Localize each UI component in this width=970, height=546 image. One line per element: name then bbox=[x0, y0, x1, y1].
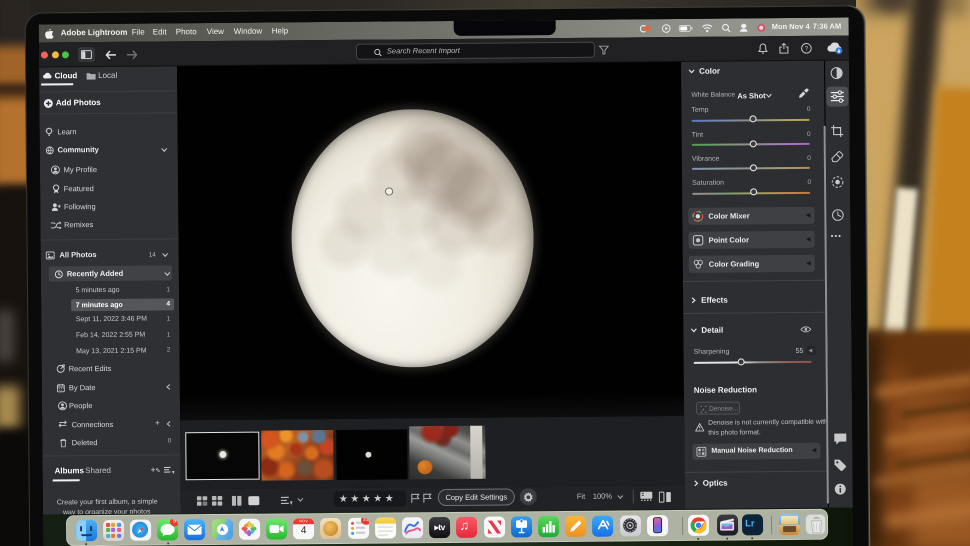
svg-text:?: ? bbox=[805, 46, 809, 53]
